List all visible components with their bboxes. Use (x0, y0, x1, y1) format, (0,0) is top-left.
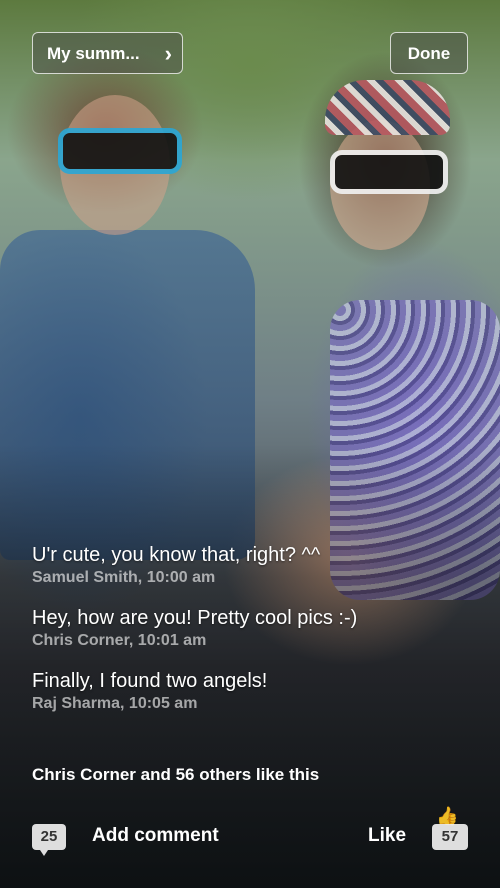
album-label: My summ... (47, 44, 140, 63)
album-button[interactable]: My summ... › (32, 32, 183, 74)
comment-count: 25 (40, 828, 58, 845)
chevron-right-icon: › (164, 41, 172, 66)
comment-item: Hey, how are you! Pretty cool pics :-) C… (32, 605, 472, 651)
done-button[interactable]: Done (390, 32, 468, 74)
likes-summary[interactable]: Chris Corner and 56 others like this (32, 765, 319, 785)
photo-viewer: My summ... › Done U'r cute, you know tha… (0, 0, 500, 888)
action-bar: 25 Add comment Like 👍 57 (0, 806, 500, 858)
comment-item: Finally, I found two angels! Raj Sharma,… (32, 668, 472, 714)
comment-text: U'r cute, you know that, right? ^^ (32, 544, 321, 566)
comment-author-time[interactable]: Chris Corner, 10:01 am (32, 631, 472, 651)
comment-text: Hey, how are you! Pretty cool pics :-) (32, 607, 358, 629)
speech-bubble-icon[interactable]: 25 (32, 824, 66, 856)
comment-author-time[interactable]: Samuel Smith, 10:00 am (32, 568, 472, 588)
like-button[interactable]: Like (368, 825, 406, 847)
comment-text: Finally, I found two angels! (32, 670, 268, 692)
comment-author-time[interactable]: Raj Sharma, 10:05 am (32, 694, 472, 714)
add-comment-button[interactable]: Add comment (92, 825, 219, 847)
comment-item: U'r cute, you know that, right? ^^ Samue… (32, 542, 472, 588)
like-count: 57 (441, 828, 459, 845)
like-count-badge[interactable]: 57 (432, 824, 468, 850)
photo-gradient-overlay (0, 0, 500, 888)
comment-list: U'r cute, you know that, right? ^^ Samue… (32, 542, 472, 731)
